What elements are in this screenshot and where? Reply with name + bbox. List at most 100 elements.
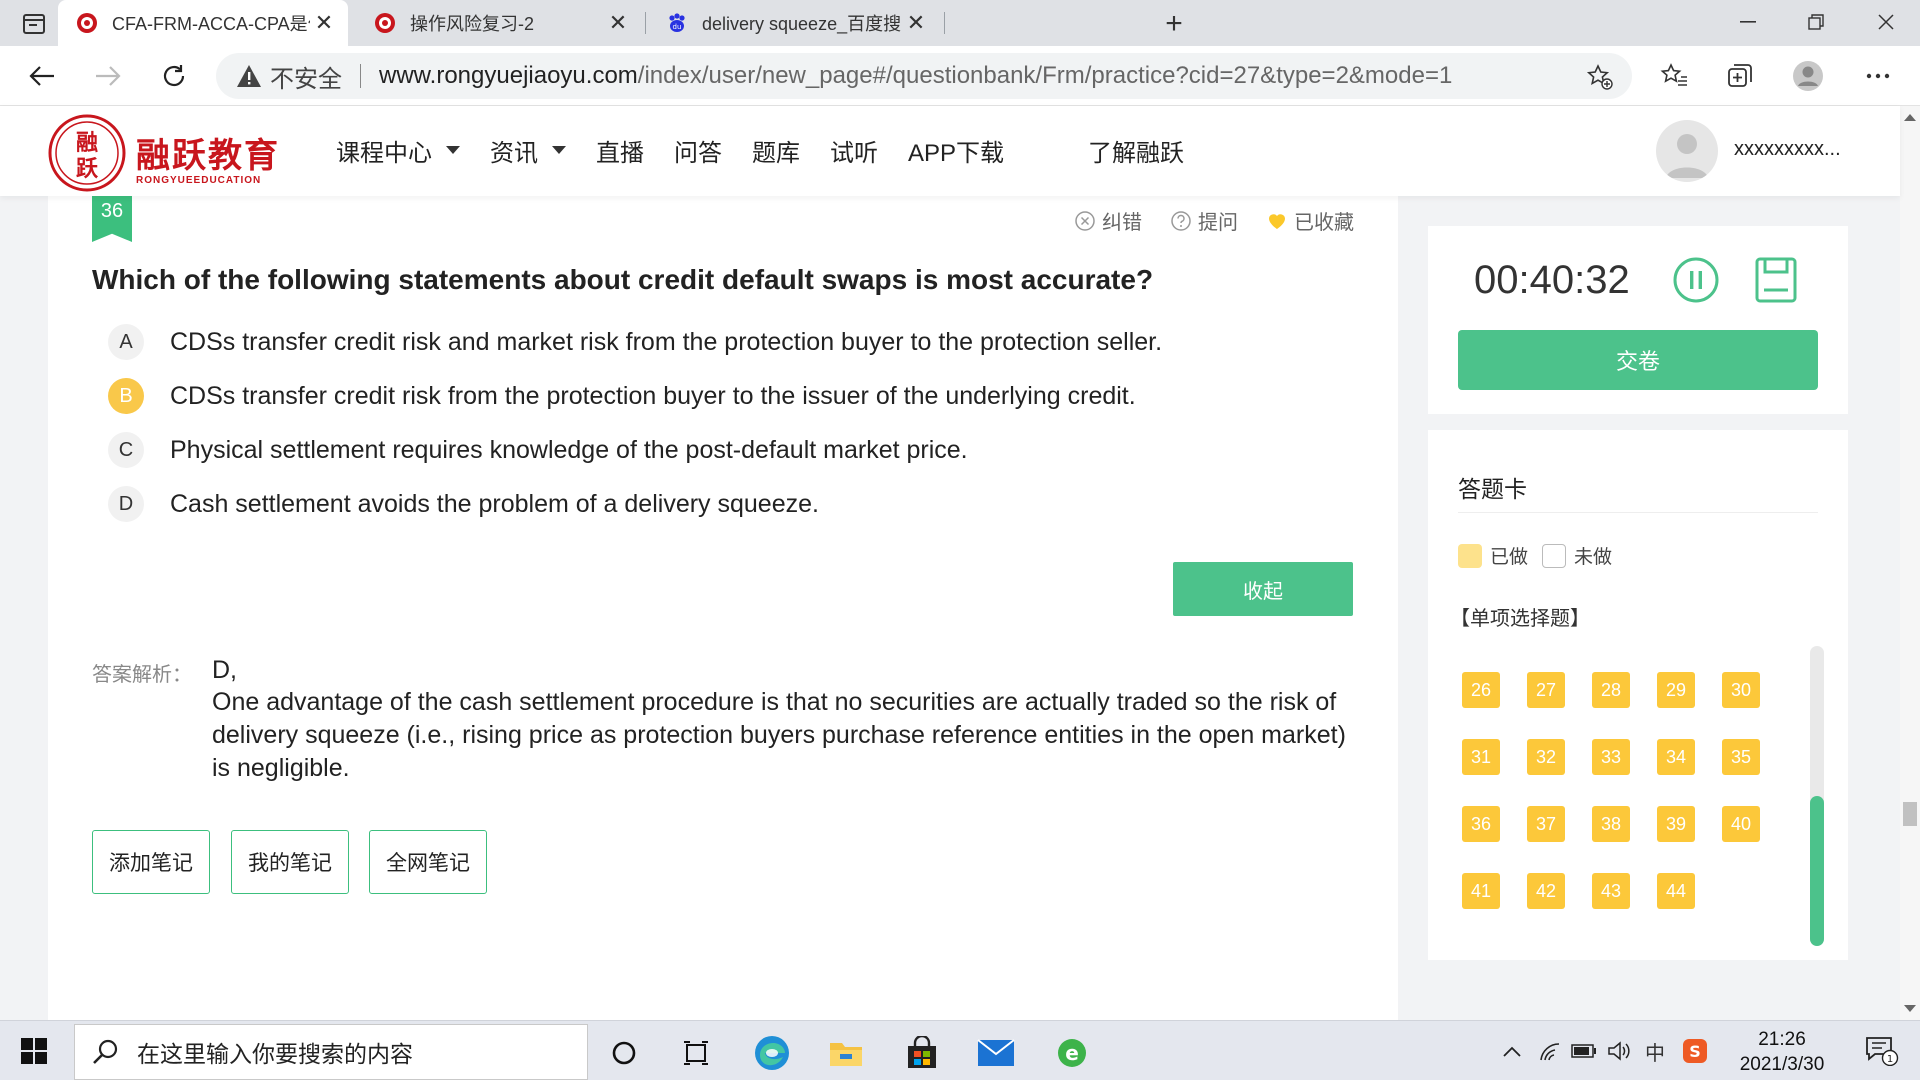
add-favorite-star-icon[interactable] (1586, 63, 1614, 91)
store-button[interactable] (888, 1027, 956, 1079)
question-cell-38[interactable]: 38 (1592, 806, 1630, 842)
file-explorer-button[interactable] (812, 1027, 880, 1079)
edge-browser-icon (755, 1036, 789, 1070)
question-cell-30[interactable]: 30 (1722, 672, 1760, 708)
question-cell-31[interactable]: 31 (1462, 739, 1500, 775)
chevron-up-icon (1503, 1046, 1521, 1057)
windows-start-icon[interactable] (20, 1037, 48, 1065)
user-silhouette-icon (1666, 134, 1708, 178)
nav-course-center[interactable]: 课程中心 (336, 132, 460, 168)
cortana-circle-icon (612, 1041, 636, 1065)
battery-button[interactable] (1568, 1037, 1600, 1065)
tab-close-icon[interactable]: ✕ (604, 9, 632, 37)
ask-question-button[interactable]: 提问 (1170, 206, 1238, 235)
windows-taskbar: 在这里输入你要搜索的内容 e 中 S 21:26 2021/3/30 1 (0, 1020, 1920, 1080)
tab-close-icon[interactable]: ✕ (310, 9, 338, 37)
nav-app-download[interactable]: APP下载 (908, 132, 1004, 168)
new-tab-button[interactable]: + (1158, 7, 1190, 40)
scrollbar-thumb[interactable] (1810, 796, 1824, 946)
minimize-button[interactable] (1714, 0, 1782, 44)
option-a[interactable]: A CDSs transfer credit risk and market r… (108, 324, 1162, 360)
question-cell-26[interactable]: 26 (1462, 672, 1500, 708)
add-note-button[interactable]: 添加笔记 (92, 830, 210, 894)
pause-icon[interactable] (1672, 256, 1720, 304)
collapse-button[interactable]: 收起 (1173, 562, 1353, 616)
browser-tab-1[interactable]: CFA-FRM-ACCA-CPA是什么，注册 ✕ (58, 0, 348, 46)
question-cell-37[interactable]: 37 (1527, 806, 1565, 842)
cortana-button[interactable] (590, 1027, 658, 1079)
nav-qa[interactable]: 问答 (674, 132, 722, 168)
question-cell-36[interactable]: 36 (1462, 806, 1500, 842)
scroll-down-arrow-icon[interactable] (1904, 1005, 1916, 1012)
network-button[interactable] (1536, 1037, 1566, 1065)
question-cell-44[interactable]: 44 (1657, 873, 1695, 909)
question-cell-27[interactable]: 27 (1527, 672, 1565, 708)
answer-card: 答题卡 已做 未做 【单项选择题】 2122232425262728293031… (1428, 430, 1848, 960)
favorite-button[interactable]: 已收藏 (1266, 206, 1354, 235)
question-cell-40[interactable]: 40 (1722, 806, 1760, 842)
question-cell-33[interactable]: 33 (1592, 739, 1630, 775)
taskbar-clock[interactable]: 21:26 2021/3/30 (1722, 1027, 1842, 1077)
brand-wordmark[interactable]: 融跃教育 RONGYUEEDUCATION (136, 128, 280, 186)
question-cell-28[interactable]: 28 (1592, 672, 1630, 708)
svg-text:S: S (1689, 1042, 1701, 1061)
ime-button[interactable]: 中 (1640, 1037, 1670, 1065)
show-hidden-icons-button[interactable] (1498, 1037, 1526, 1065)
question-cell-39[interactable]: 39 (1657, 806, 1695, 842)
question-cell-41[interactable]: 41 (1462, 873, 1500, 909)
my-notes-button[interactable]: 我的笔记 (231, 830, 349, 894)
forward-button[interactable] (88, 56, 128, 96)
tab-close-icon[interactable]: ✕ (902, 9, 930, 37)
scroll-up-arrow-icon[interactable] (1904, 114, 1916, 121)
nav-news[interactable]: 资讯 (490, 132, 566, 168)
back-button[interactable] (22, 56, 62, 96)
reload-button[interactable] (154, 56, 194, 96)
nav-live[interactable]: 直播 (596, 132, 644, 168)
report-error-button[interactable]: 纠错 (1074, 206, 1142, 235)
task-view-button[interactable] (662, 1027, 730, 1079)
all-notes-button[interactable]: 全网笔记 (369, 830, 487, 894)
answer-card-scrollbar[interactable] (1810, 646, 1824, 946)
question-cell-35[interactable]: 35 (1722, 739, 1760, 775)
option-b[interactable]: B CDSs transfer credit risk from the pro… (108, 378, 1136, 414)
question-cell-29[interactable]: 29 (1657, 672, 1695, 708)
sogou-input-button[interactable]: S (1678, 1037, 1712, 1065)
question-cell-32[interactable]: 32 (1527, 739, 1565, 775)
brand-logo-icon[interactable]: 融 跃 (48, 114, 126, 192)
save-icon[interactable] (1754, 256, 1798, 304)
mail-button[interactable] (962, 1027, 1030, 1079)
question-cell-42[interactable]: 42 (1527, 873, 1565, 909)
question-tools: 纠错 提问 已收藏 (1046, 206, 1354, 235)
browser-tab-2[interactable]: 操作风险复习-2 ✕ (356, 0, 642, 46)
collections-button[interactable] (1722, 58, 1758, 94)
taskbar-search-box[interactable]: 在这里输入你要搜索的内容 (74, 1024, 588, 1080)
nav-about[interactable]: 了解融跃 (1088, 132, 1184, 168)
restore-button[interactable] (1782, 0, 1850, 44)
submit-exam-button[interactable]: 交卷 (1458, 330, 1818, 390)
close-window-button[interactable] (1852, 0, 1920, 44)
profile-button[interactable] (1790, 58, 1826, 94)
notification-center-button[interactable]: 1 (1862, 1037, 1902, 1066)
browser-tab-3[interactable]: du delivery squeeze_百度搜索 ✕ (648, 0, 940, 46)
settings-more-button[interactable] (1860, 58, 1896, 94)
page-scrollbar-thumb[interactable] (1903, 802, 1917, 826)
address-bar[interactable]: 不安全 www.rongyuejiaoyu.com/index/user/new… (216, 53, 1632, 99)
question-cell-34[interactable]: 34 (1657, 739, 1695, 775)
warning-triangle-icon[interactable] (236, 63, 262, 89)
option-text: Cash settlement avoids the problem of a … (170, 489, 819, 518)
url-text[interactable]: www.rongyuejiaoyu.com/index/user/new_pag… (379, 62, 1452, 90)
nav-question-bank[interactable]: 题库 (752, 132, 800, 168)
favorites-button[interactable] (1656, 58, 1692, 94)
user-avatar[interactable] (1656, 120, 1718, 182)
question-cell-43[interactable]: 43 (1592, 873, 1630, 909)
option-d[interactable]: D Cash settlement avoids the problem of … (108, 486, 819, 522)
security-label[interactable]: 不安全 (270, 59, 342, 94)
volume-button[interactable] (1604, 1037, 1634, 1065)
edge-taskbar-button[interactable] (738, 1027, 806, 1079)
tab-actions-button[interactable] (18, 10, 50, 38)
nav-trial[interactable]: 试听 (830, 132, 878, 168)
page-scrollbar[interactable] (1900, 106, 1920, 1020)
username[interactable]: xxxxxxxxx... (1734, 138, 1841, 161)
option-c[interactable]: C Physical settlement requires knowledge… (108, 432, 968, 468)
ie-browser-button[interactable]: e (1038, 1027, 1106, 1079)
